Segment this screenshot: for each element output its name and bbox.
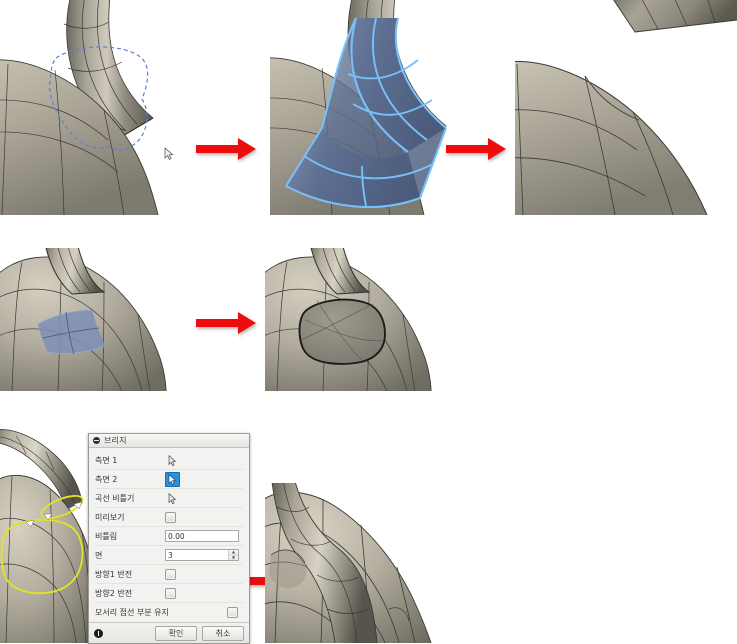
dialog-row-side2[interactable]: 측면 2 (95, 470, 243, 489)
label-preserve-edge-tangency: 모서리 접선 부분 유지 (95, 607, 169, 617)
input-twist-value[interactable]: 0.00 (165, 530, 239, 542)
dialog-body: 측면 1 측면 2 곡선 비틀기 미리보기 비틀림 0.00 면 3 ▲ ▼ 방… (89, 448, 249, 622)
selection-button-curve-twist[interactable] (165, 491, 180, 506)
label-curve-twist: 곡선 비틀기 (95, 493, 135, 503)
arrow-step4-to-step5 (196, 310, 258, 336)
selection-button-side2[interactable] (165, 471, 180, 487)
viewport-step-faces-highlighted[interactable] (270, 0, 473, 215)
viewport-step-faces-deleted[interactable] (515, 0, 737, 215)
viewport-step-select-loop[interactable] (0, 0, 181, 215)
label-flip-direction1: 방향1 반전 (95, 569, 133, 579)
viewport-step-bridge-loops[interactable] (0, 428, 100, 643)
dialog-row-flip-direction2[interactable]: 방향2 반전 (95, 584, 243, 603)
dialog-title: 브리지 (104, 436, 127, 445)
dialog-footer: 확인 취소 (89, 622, 249, 643)
checkbox-flip-direction2[interactable] (165, 587, 176, 599)
cancel-button[interactable]: 취소 (202, 625, 244, 641)
dialog-row-side1[interactable]: 측면 1 (95, 451, 243, 470)
dialog-row-preview[interactable]: 미리보기 (95, 508, 243, 527)
checkbox-flip-direction1[interactable] (165, 568, 176, 580)
3d-scene-step2 (270, 0, 447, 215)
spinner-faces[interactable]: 3 ▲ ▼ (165, 549, 239, 561)
dialog-row-flip-direction1[interactable]: 방향1 반전 (95, 565, 243, 584)
3d-scene-step3 (515, 0, 737, 215)
label-preview: 미리보기 (95, 512, 125, 522)
label-twist: 비틀림 (95, 531, 118, 541)
3d-scene-step7 (265, 483, 432, 643)
checkbox-preserve-edge-tangency[interactable] (227, 606, 238, 618)
3d-scene-step1 (0, 0, 174, 215)
hole-boundary-outline (298, 298, 386, 365)
cursor-arrow-icon (168, 473, 177, 485)
input-faces-value[interactable]: 3 (166, 550, 228, 560)
viewport-step-hole-opened[interactable] (265, 248, 435, 391)
label-faces: 면 (95, 550, 103, 560)
checkbox-preview[interactable] (165, 511, 176, 523)
collapse-icon[interactable] (93, 437, 100, 444)
dialog-row-preserve-edge-tangency[interactable]: 모서리 접선 부분 유지 (95, 603, 243, 621)
info-icon[interactable] (94, 628, 103, 638)
mouse-cursor-icon (164, 147, 174, 160)
arrow-step2-to-step3 (446, 136, 508, 162)
bridge-dialog[interactable]: 브리지 측면 1 측면 2 곡선 비틀기 미리보기 비틀림 0.00 면 3 ▲… (88, 433, 250, 644)
dialog-row-twist[interactable]: 비틀림 0.00 (95, 527, 243, 546)
selection-button-side1[interactable] (165, 453, 180, 468)
dialog-row-faces[interactable]: 면 3 ▲ ▼ (95, 546, 243, 565)
viewport-step-quad-faces-selected[interactable] (0, 248, 168, 391)
3d-scene-step4 (0, 248, 167, 391)
3d-scene-step5 (265, 248, 432, 391)
spinner-down-icon[interactable]: ▼ (229, 555, 238, 560)
dialog-row-curve-twist[interactable]: 곡선 비틀기 (95, 489, 243, 508)
arrow-step1-to-step2 (196, 136, 258, 162)
label-flip-direction2: 방향2 반전 (95, 588, 133, 598)
ok-button[interactable]: 확인 (155, 625, 197, 641)
cursor-arrow-icon (168, 454, 177, 466)
label-side1: 측면 1 (95, 455, 118, 465)
dialog-title-bar[interactable]: 브리지 (89, 434, 249, 448)
3d-scene-step6 (0, 429, 99, 643)
label-side2: 측면 2 (95, 474, 118, 484)
viewport-step-bridge-result[interactable] (265, 483, 445, 643)
cursor-arrow-icon (168, 492, 177, 504)
